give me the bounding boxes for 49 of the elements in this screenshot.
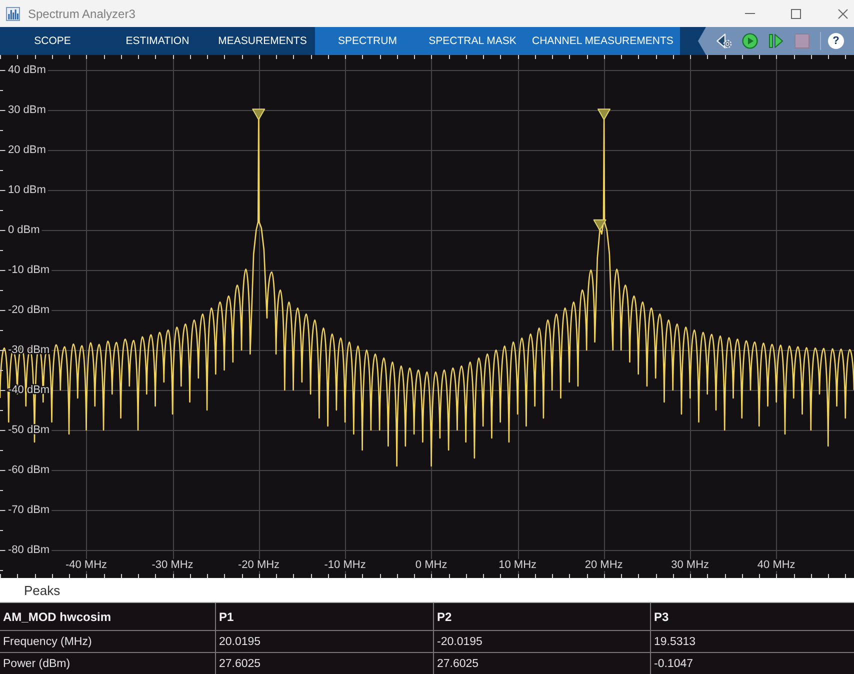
toolstrip-tab[interactable]: SCOPE	[0, 27, 105, 55]
help-button[interactable]: ?	[828, 33, 844, 49]
play-icon[interactable]	[742, 33, 758, 49]
y-tick-label: 30 dBm	[8, 104, 46, 116]
y-tick-label: -60 dBm	[8, 464, 50, 476]
table-cell: 20.0195	[216, 630, 434, 652]
y-tick-label: -70 dBm	[8, 504, 50, 516]
panel-title: Peaks	[24, 582, 60, 598]
y-tick-label: 0 dBm	[8, 224, 40, 236]
y-tick-label: 20 dBm	[8, 144, 46, 156]
table-cell: 27.6025	[434, 652, 650, 674]
arrow-gear-icon[interactable]	[716, 33, 732, 49]
y-tick-label: 40 dBm	[8, 64, 46, 76]
row-label: Frequency (MHz)	[0, 630, 216, 652]
x-tick-label: -40 MHz	[65, 559, 108, 571]
toolstrip-tab[interactable]: SPECTRUM	[315, 27, 420, 55]
peak-marker-icon	[593, 219, 606, 231]
x-tick-label: 30 MHz	[671, 559, 710, 571]
y-tick-label: -20 dBm	[8, 304, 50, 316]
y-tick-label: -80 dBm	[8, 544, 50, 556]
x-tick-label: 20 MHz	[584, 559, 623, 571]
column-header: P1	[216, 603, 434, 630]
peak-marker-icon	[252, 108, 266, 120]
x-tick-label: -10 MHz	[324, 559, 366, 571]
table-cell: -20.0195	[434, 630, 650, 652]
x-tick-label: -20 MHz	[238, 559, 280, 571]
x-tick-label: 40 MHz	[757, 559, 796, 571]
toolstrip-tab[interactable]: MEASUREMENTS	[210, 27, 315, 55]
y-tick-label: 10 dBm	[8, 184, 46, 196]
close-icon[interactable]	[838, 8, 848, 18]
step-forward-icon[interactable]	[768, 33, 784, 49]
toolstrip-tab[interactable]: ESTIMATION	[105, 27, 210, 55]
maximize-icon[interactable]	[791, 8, 801, 18]
table-cell: 27.6025	[216, 652, 434, 674]
toolstrip-tab[interactable]: SPECTRAL MASK	[420, 27, 525, 55]
row-label: Power (dBm)	[0, 652, 216, 674]
column-header: P3	[650, 603, 854, 630]
x-tick-label: -30 MHz	[152, 559, 194, 571]
table-cell: -0.1047	[650, 652, 854, 674]
column-header: P2	[434, 603, 650, 630]
toolstrip-tab[interactable]: CHANNEL MEASUREMENTS	[525, 27, 680, 55]
peak-marker-icon	[598, 108, 610, 120]
x-tick-label: 10 MHz	[498, 559, 537, 571]
window-title: Spectrum Analyzer3	[28, 6, 136, 20]
column-header: AM_MOD hwcosim	[0, 603, 216, 630]
y-tick-label: -10 dBm	[8, 264, 50, 276]
table-cell: 19.5313	[650, 630, 854, 652]
x-tick-label: 0 MHz	[415, 559, 448, 571]
bar-chart-icon	[6, 6, 20, 20]
